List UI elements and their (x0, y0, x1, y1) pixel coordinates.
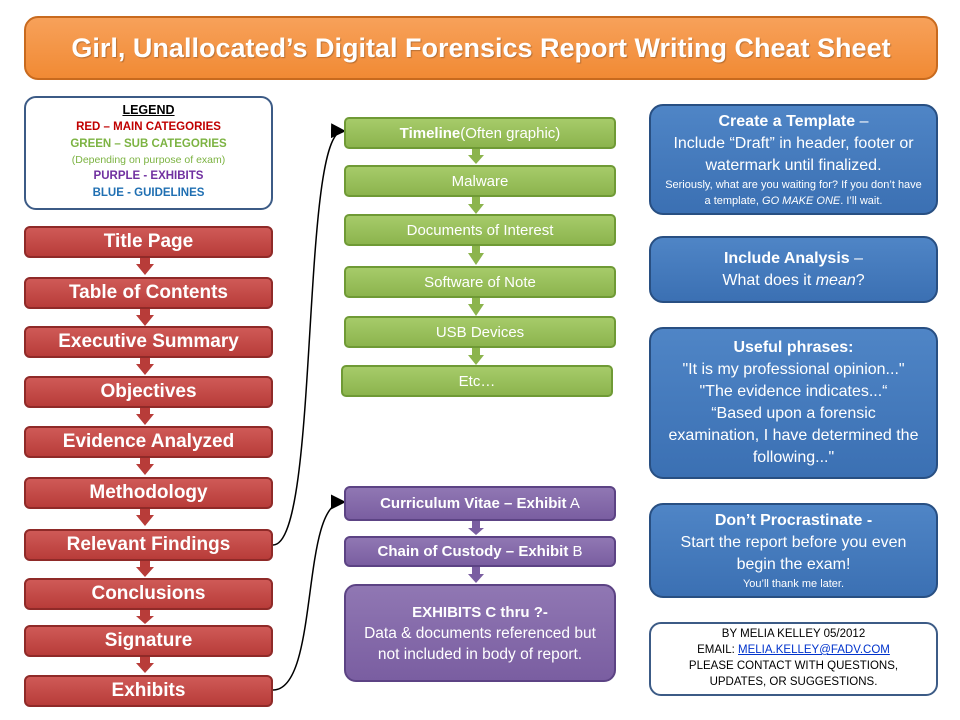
exhibit-cv: Curriculum Vitae – Exhibit A (344, 486, 616, 521)
guideline-analysis-body-2: ? (855, 271, 865, 289)
main-category-label: Methodology (89, 482, 208, 503)
page-title-text: Girl, Unallocated’s Digital Forensics Re… (71, 32, 891, 63)
guideline-template-note-2: . I’ll wait. (840, 194, 883, 207)
guideline-procrastinate-body: Start the report before you even begin t… (680, 533, 907, 573)
guideline-procrastinate-note: You’ll thank me later. (742, 577, 845, 590)
main-category-methodology: Methodology (24, 477, 273, 509)
guideline-phrase-2: "The evidence indicates...“ (699, 383, 888, 400)
sub-category-label: Software of Note (424, 273, 536, 291)
exhibit-coc-letter: B (568, 543, 583, 560)
guideline-analysis: Include Analysis – What does it mean? (649, 236, 938, 303)
sub-category-malware: Malware (344, 165, 616, 197)
findings-to-timeline-connector (272, 123, 346, 546)
sub-category-label: Etc… (458, 372, 496, 390)
legend-heading: LEGEND (122, 103, 175, 117)
main-category-table-of-contents: Table of Contents (24, 277, 273, 309)
main-category-label: Relevant Findings (66, 534, 231, 555)
guideline-template-heading: Create a Template (718, 112, 856, 130)
main-category-objectives: Objectives (24, 376, 273, 408)
exhibit-chain-of-custody: Chain of Custody – Exhibit B (344, 536, 616, 567)
exhibit-cv-letter: A (566, 495, 580, 512)
sub-category-etc: Etc… (341, 365, 613, 397)
main-category-label: Title Page (103, 231, 194, 252)
main-category-exhibits: Exhibits (24, 675, 273, 707)
main-category-label: Conclusions (91, 583, 206, 604)
sub-category-timeline-rest: (Often graphic) (460, 124, 561, 142)
guideline-phrase-3: “Based upon a forensic examination, I ha… (668, 405, 919, 466)
guideline-template-note-emph: GO MAKE ONE (762, 194, 841, 207)
main-category-executive-summary: Executive Summary (24, 326, 273, 358)
exhibit-cv-bold: Curriculum Vitae – Exhibit (380, 495, 567, 512)
main-category-evidence-analyzed: Evidence Analyzed (24, 426, 273, 458)
sub-category-label: USB Devices (435, 323, 525, 341)
sub-category-software-of-note: Software of Note (344, 266, 616, 298)
author-credit-box: BY MELIA KELLEY 05/2012 EMAIL: MELIA.KEL… (649, 622, 938, 696)
guideline-analysis-body-1: What does it (722, 271, 816, 289)
main-category-label: Objectives (100, 381, 197, 402)
credit-email-label: EMAIL: (697, 644, 739, 656)
guideline-phrase-1: "It is my professional opinion..." (682, 361, 905, 378)
legend-green: GREEN – SUB CATEGORIES (70, 138, 227, 150)
sub-category-label: Malware (451, 172, 509, 190)
credit-line-3: PLEASE CONTACT WITH QUESTIONS, (688, 660, 899, 672)
main-category-label: Signature (104, 630, 193, 651)
legend-blue: BLUE - GUIDELINES (92, 187, 205, 199)
sub-category-label: Documents of Interest (406, 221, 554, 239)
credit-line-1: BY MELIA KELLEY 05/2012 (721, 628, 866, 640)
sub-category-usb-devices: USB Devices (344, 316, 616, 348)
legend-purple: PURPLE - EXHIBITS (93, 170, 204, 182)
main-category-signature: Signature (24, 625, 273, 657)
exhibits-to-cv-connector (272, 494, 346, 691)
main-category-title-page: Title Page (24, 226, 273, 258)
guideline-template-heading-tail: – (855, 112, 869, 130)
guideline-template-body: Include “Draft” in header, footer or wat… (673, 134, 914, 174)
guideline-procrastinate: Don’t Procrastinate - Start the report b… (649, 503, 938, 598)
sub-category-timeline: Timeline (Often graphic) (344, 117, 616, 149)
credit-line-4: UPDATES, OR SUGGESTIONS. (709, 676, 878, 688)
sub-category-documents-of-interest: Documents of Interest (344, 214, 616, 246)
exhibit-others-heading: EXHIBITS C thru ?- (412, 603, 548, 621)
guideline-template: Create a Template – Include “Draft” in h… (649, 104, 938, 215)
exhibit-others-body: Data & documents referenced but not incl… (364, 624, 596, 663)
exhibit-coc-bold: Chain of Custody – Exhibit (377, 543, 569, 560)
sub-category-timeline-bold: Timeline (399, 124, 461, 142)
main-category-label: Table of Contents (68, 282, 229, 303)
main-category-label: Exhibits (111, 680, 186, 701)
guideline-analysis-heading: Include Analysis (723, 249, 850, 267)
main-category-conclusions: Conclusions (24, 578, 273, 610)
main-category-relevant-findings: Relevant Findings (24, 529, 273, 561)
main-chain-arrows (136, 257, 154, 673)
guideline-analysis-heading-tail: – (849, 249, 863, 267)
guideline-analysis-body-emph: mean (815, 271, 856, 289)
legend-green-note: (Depending on purpose of exam) (71, 154, 226, 166)
credit-email-link[interactable]: MELIA.KELLEY@FADV.COM (738, 644, 890, 656)
guideline-procrastinate-heading: Don’t Procrastinate - (714, 511, 873, 529)
main-category-label: Executive Summary (58, 331, 239, 352)
guideline-phrases-heading: Useful phrases: (733, 339, 854, 356)
page-title: Girl, Unallocated’s Digital Forensics Re… (24, 16, 938, 80)
legend-box: LEGEND RED – MAIN CATEGORIES GREEN – SUB… (24, 96, 273, 210)
exhibit-others: EXHIBITS C thru ?- Data & documents refe… (344, 584, 616, 682)
guideline-useful-phrases: Useful phrases: "It is my professional o… (649, 327, 938, 479)
main-category-label: Evidence Analyzed (62, 431, 235, 452)
legend-red: RED – MAIN CATEGORIES (76, 121, 221, 133)
